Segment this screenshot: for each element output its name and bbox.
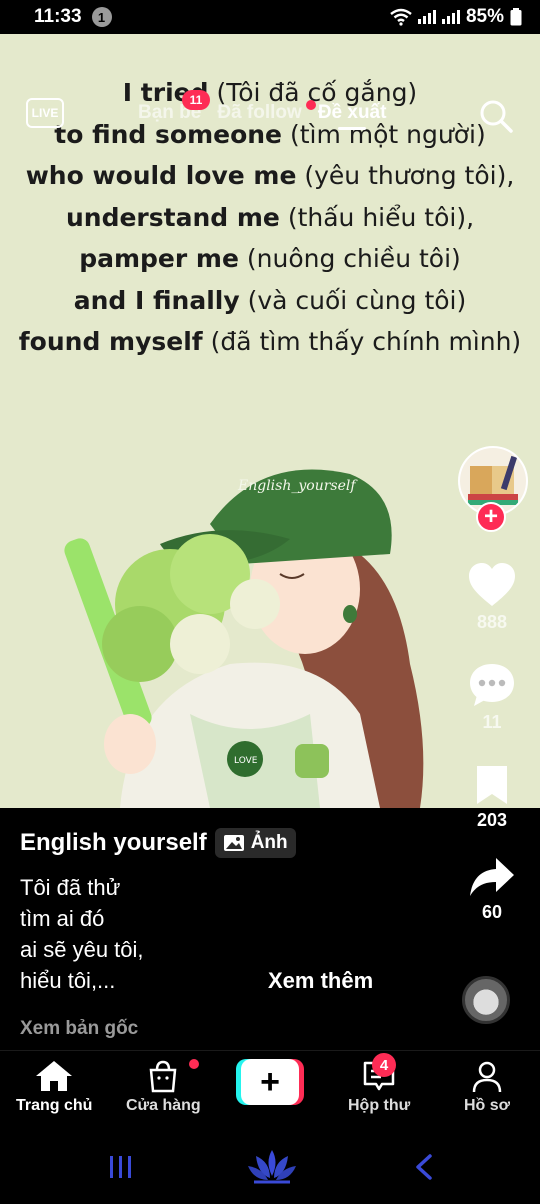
share-button[interactable]: 60 [452,856,532,923]
recent-apps-icon[interactable] [106,1152,136,1182]
back-icon[interactable] [410,1152,438,1182]
friends-badge: 11 [182,90,210,110]
heart-icon [469,563,515,606]
cap-text: English_yourself [237,478,358,494]
battery-icon [510,8,522,26]
following-dot [305,100,316,110]
comment-icon [470,664,514,706]
girl-illustration: English_yourself LOVE [64,469,424,808]
bookmark-icon [477,766,507,804]
photo-tag-label: Ảnh [250,832,288,853]
create-button[interactable]: + [236,1059,304,1105]
love-badge: LOVE [234,756,258,766]
nav-profile[interactable]: Hồ sơ [464,1059,510,1115]
share-arrow-icon [470,858,514,896]
status-right: 85% [390,6,522,28]
signal-icon-2 [441,10,460,24]
battery-level: 85% [465,6,504,27]
photo-tag[interactable]: Ảnh [214,828,296,858]
like-button[interactable]: 888 [452,562,532,633]
tab-following[interactable]: Đã follow [217,100,316,124]
see-more-button[interactable]: Xem thêm [268,968,373,994]
see-original-button[interactable]: Xem bản gốc [20,1018,460,1040]
like-count: 888 [476,612,508,632]
nav-inbox[interactable]: 4 Hộp thư [348,1053,410,1115]
status-time: 11:33 [34,6,82,27]
status-bar: 11:33 1 85% [0,0,540,34]
author-row: English yourself Ảnh [20,828,460,858]
plus-icon: + [241,1059,299,1105]
image-icon [223,835,244,851]
search-icon[interactable] [478,98,514,134]
notification-count-icon: 1 [91,7,112,27]
comment-button[interactable]: 11 [452,662,532,733]
share-count: 60 [481,902,503,922]
lotus-home-icon[interactable] [246,1146,298,1186]
nav-home[interactable]: Trang chủ [16,1059,92,1115]
follow-button[interactable]: + [476,502,506,532]
signal-icon [417,10,436,24]
profile-icon [472,1061,502,1093]
nav-shop[interactable]: Cửa hàng [126,1059,201,1115]
save-button[interactable]: 203 [452,764,532,831]
home-icon [36,1061,73,1091]
top-nav: LIVE Bạn bè 11 Đã follow Đề xuất [0,68,540,133]
comment-count: 11 [482,712,502,732]
author-name[interactable]: English yourself [20,829,207,857]
music-disc-icon[interactable] [462,976,510,1024]
shopping-bag-icon [149,1060,177,1093]
save-count: 203 [476,810,508,830]
wifi-icon [390,8,412,26]
shop-dot [188,1059,199,1069]
inbox-badge: 4 [372,1053,396,1077]
feed-tabs: Bạn bè 11 Đã follow Đề xuất [138,90,386,130]
caption: English yourself Ảnh Tôi đã thử tìm ai đ… [20,828,460,1040]
caption-text: Tôi đã thử tìm ai đó ai sẽ yêu tôi, hiểu… [20,875,144,993]
live-icon[interactable]: LIVE [26,98,64,128]
bottom-nav: Trang chủ Cửa hàng + 4 Hộp thư Hồ sơ [0,1050,540,1130]
tab-for-you[interactable]: Đề xuất [318,102,386,130]
tab-friends[interactable]: Bạn bè 11 [138,90,210,124]
system-nav-bar [0,1130,540,1204]
